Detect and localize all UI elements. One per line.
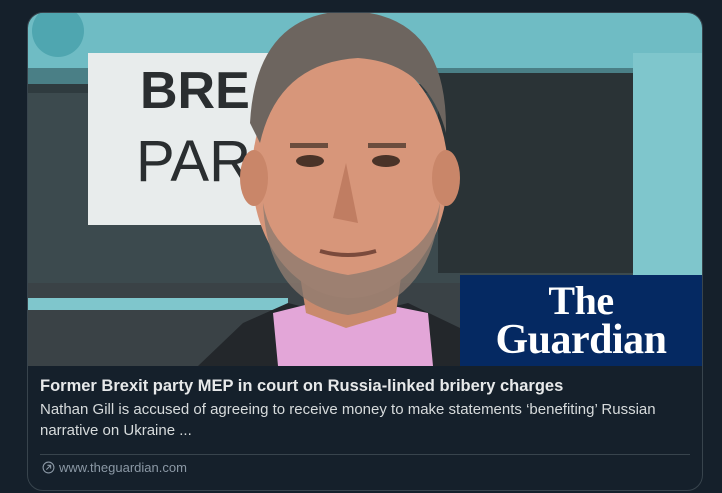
link-icon bbox=[42, 461, 55, 474]
source-domain[interactable]: www.theguardian.com bbox=[59, 460, 187, 475]
sign-text-bottom: PAR bbox=[136, 129, 251, 194]
logo-the: The bbox=[548, 277, 614, 323]
card-text[interactable]: Former Brexit party MEP in court on Russ… bbox=[40, 375, 690, 441]
link-preview-card[interactable]: BRE PAR The Guardian Former Brexit party… bbox=[27, 12, 703, 491]
article-image[interactable]: BRE PAR The Guardian bbox=[28, 13, 702, 366]
divider bbox=[40, 454, 690, 455]
card-description: Nathan Gill is accused of agreeing to re… bbox=[40, 401, 656, 439]
card-headline[interactable]: Former Brexit party MEP in court on Russ… bbox=[40, 375, 690, 397]
card-source[interactable]: www.theguardian.com bbox=[42, 460, 187, 475]
logo-guardian: Guardian bbox=[495, 316, 667, 363]
guardian-logo: The Guardian bbox=[460, 275, 702, 366]
sign-text-top: BRE bbox=[140, 62, 250, 120]
